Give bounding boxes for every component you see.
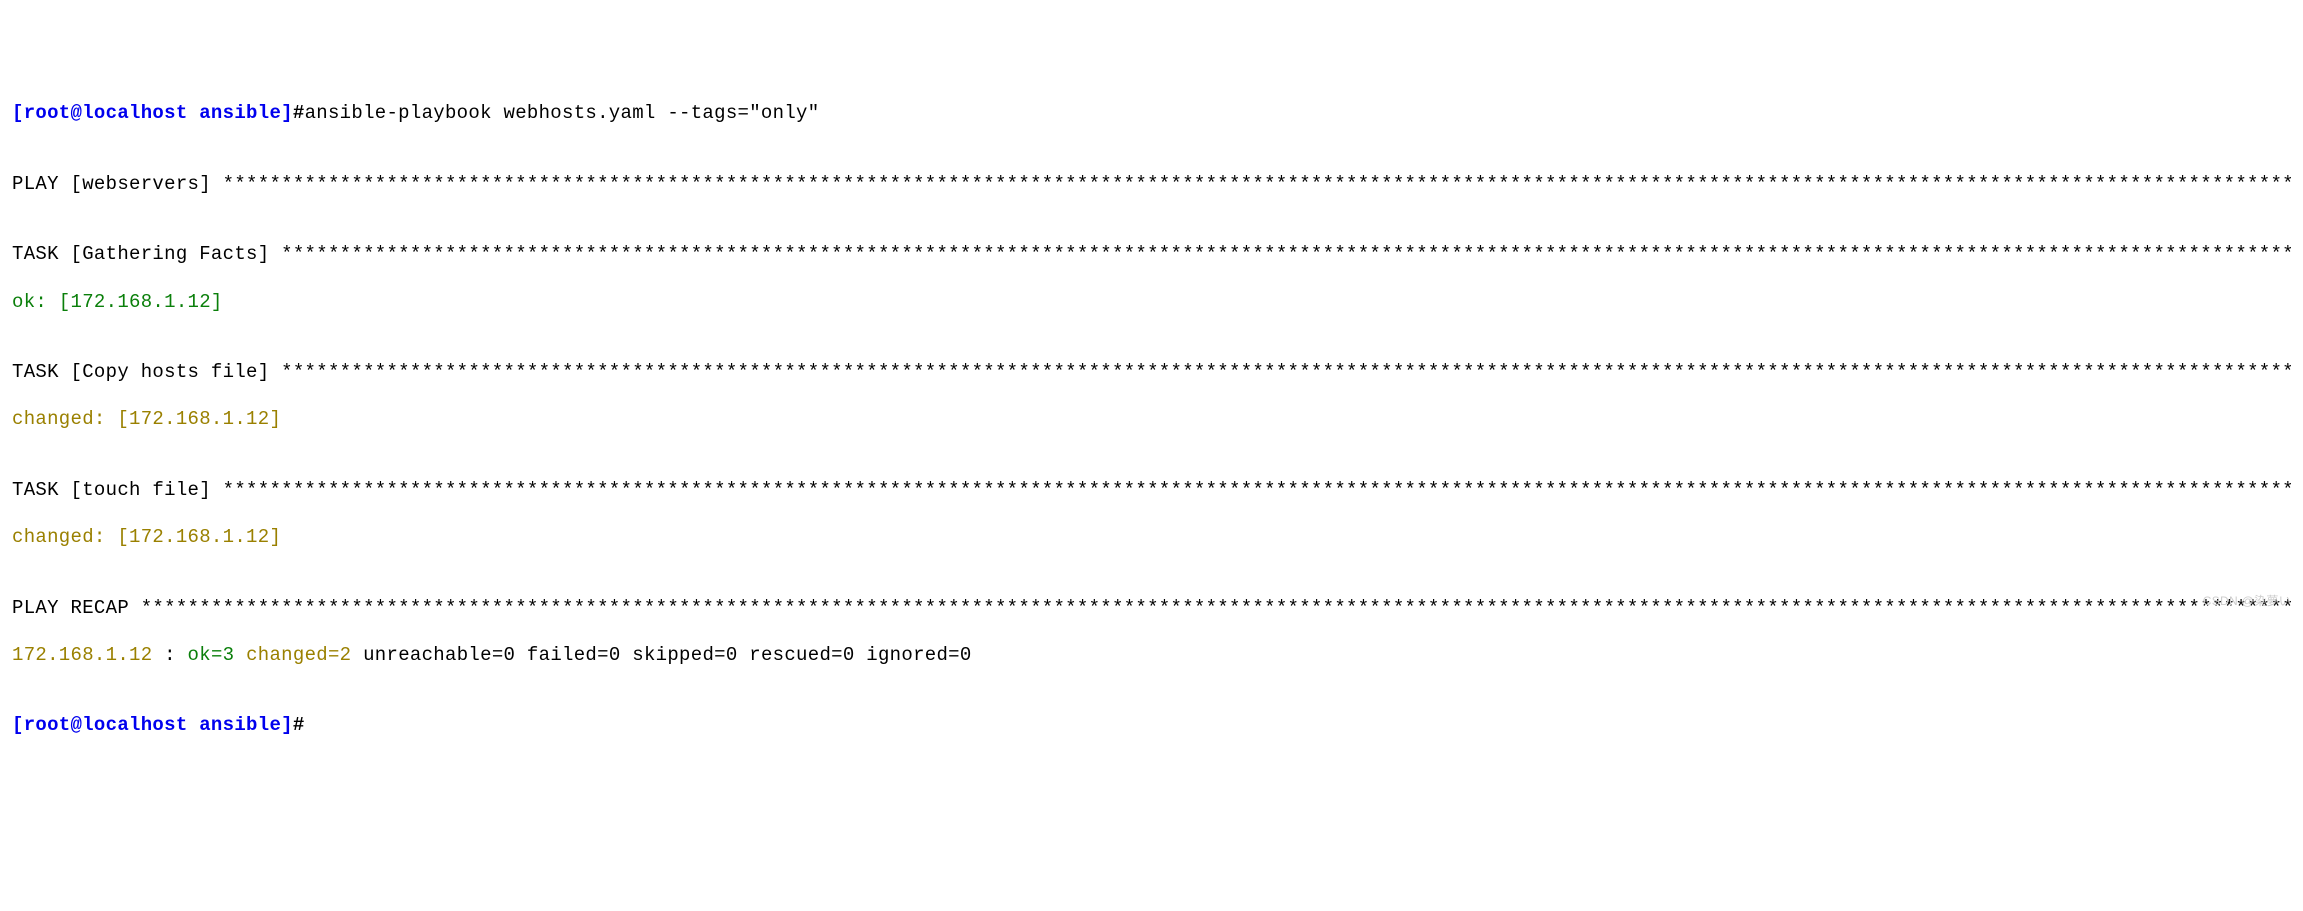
play-stars: ****************************************… [223, 173, 2291, 195]
recap-rest: unreachable=0 failed=0 skipped=0 rescued… [363, 644, 972, 666]
task-result-ok: ok: [172.168.1.12] [12, 291, 2291, 315]
task-label: TASK [touch file] [12, 479, 223, 501]
recap-label: PLAY RECAP [12, 597, 141, 619]
task-result-changed: changed: [172.168.1.12] [12, 408, 2291, 432]
prompt-user-host: [root@localhost ansible] [12, 102, 293, 124]
task-copy-hosts: TASK [Copy hosts file] *****************… [12, 361, 2291, 385]
recap-host: 172.168.1.12 [12, 644, 152, 666]
play-recap-row: 172.168.1.12 : ok=3 changed=2 unreachabl… [12, 644, 2291, 668]
prompt-line-2[interactable]: [root@localhost ansible]# [12, 714, 2291, 738]
play-label: PLAY [webservers] [12, 173, 223, 195]
task-stars: ****************************************… [223, 479, 2291, 501]
recap-ok: ok=3 [188, 644, 235, 666]
task-stars: ****************************************… [281, 361, 2291, 383]
task-label: TASK [Gathering Facts] [12, 243, 281, 265]
task-gathering-facts: TASK [Gathering Facts] *****************… [12, 243, 2291, 267]
changed-result: changed: [172.168.1.12] [12, 408, 281, 430]
prompt-hash: # [293, 102, 305, 124]
prompt-line-1[interactable]: [root@localhost ansible]#ansible-playboo… [12, 102, 2291, 126]
changed-result: changed: [172.168.1.12] [12, 526, 281, 548]
watermark: CSDN @染夢い [2203, 594, 2291, 609]
task-stars: ****************************************… [281, 243, 2291, 265]
prompt-user-host: [root@localhost ansible] [12, 714, 293, 736]
task-touch-file: TASK [touch file] **********************… [12, 479, 2291, 503]
task-result-changed: changed: [172.168.1.12] [12, 526, 2291, 550]
recap-spacer [234, 644, 246, 666]
task-label: TASK [Copy hosts file] [12, 361, 281, 383]
recap-spacer [351, 644, 363, 666]
recap-changed: changed=2 [246, 644, 351, 666]
play-recap-header: PLAY RECAP *****************************… [12, 597, 2291, 621]
ok-result: ok: [172.168.1.12] [12, 291, 223, 313]
play-header: PLAY [webservers] **********************… [12, 173, 2291, 197]
recap-stars: ****************************************… [141, 597, 2291, 619]
recap-spacer: : [152, 644, 187, 666]
command-text: ansible-playbook webhosts.yaml --tags="o… [305, 102, 820, 124]
prompt-hash: # [293, 714, 305, 736]
